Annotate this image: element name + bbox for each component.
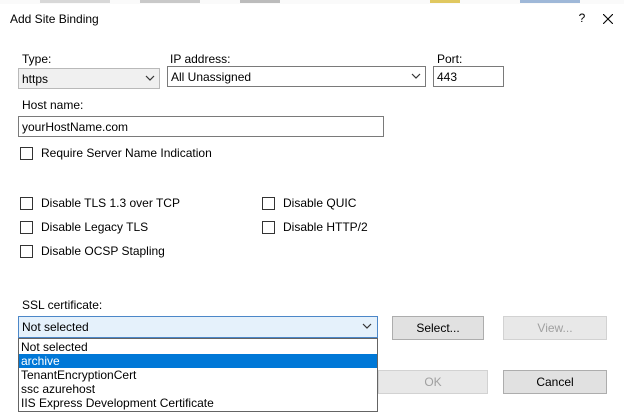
- close-icon: [603, 14, 613, 24]
- disable-ocsp-label: Disable OCSP Stapling: [41, 244, 165, 258]
- dropdown-option[interactable]: TenantEncryptionCert: [19, 368, 377, 382]
- host-name-label: Host name:: [22, 98, 84, 112]
- strip-segment: [140, 0, 200, 3]
- disable-legacy-tls-label: Disable Legacy TLS: [41, 220, 149, 234]
- chevron-down-icon: [411, 73, 421, 79]
- dialog-title: Add Site Binding: [10, 12, 99, 26]
- ip-address-label: IP address:: [170, 52, 231, 66]
- disable-quic-label: Disable QUIC: [283, 196, 357, 210]
- strip-segment: [40, 0, 110, 3]
- checkbox-box[interactable]: [262, 197, 275, 210]
- chevron-down-icon: [145, 75, 155, 81]
- select-certificate-button[interactable]: Select...: [392, 316, 484, 340]
- strip-segment: [520, 0, 580, 3]
- help-button[interactable]: ?: [570, 8, 594, 30]
- type-value: https: [22, 72, 49, 86]
- checkbox-box[interactable]: [20, 197, 33, 210]
- ip-address-value: All Unassigned: [171, 70, 252, 84]
- chevron-down-icon: [362, 323, 372, 329]
- dropdown-option[interactable]: ssc azurehost: [19, 382, 377, 396]
- type-label: Type:: [22, 52, 52, 66]
- cancel-button[interactable]: Cancel: [503, 370, 607, 394]
- ok-button[interactable]: OK: [378, 370, 488, 394]
- checkbox-box[interactable]: [20, 221, 33, 234]
- checkbox-box[interactable]: [262, 221, 275, 234]
- ssl-certificate-select[interactable]: Not selected: [18, 316, 378, 338]
- sni-label: Require Server Name Indication: [41, 146, 212, 160]
- close-button[interactable]: [596, 8, 620, 30]
- port-input[interactable]: 443: [433, 66, 504, 87]
- ssl-certificate-label: SSL certificate:: [22, 298, 103, 312]
- disable-http2-label: Disable HTTP/2: [283, 220, 368, 234]
- checkbox-box[interactable]: [20, 245, 33, 258]
- add-site-binding-dialog: Add Site Binding ? Type: https IP addres…: [0, 4, 624, 412]
- disable-tls13-label: Disable TLS 1.3 over TCP: [41, 196, 180, 210]
- port-label: Port:: [437, 52, 463, 66]
- ssl-certificate-dropdown-list: Not selected archive TenantEncryptionCer…: [18, 338, 378, 412]
- type-select[interactable]: https: [18, 68, 160, 89]
- title-bar: Add Site Binding ?: [0, 4, 624, 34]
- ssl-certificate-value: Not selected: [22, 320, 89, 334]
- dropdown-option-highlighted[interactable]: archive: [19, 354, 377, 368]
- dropdown-option[interactable]: IIS Express Development Certificate: [19, 396, 377, 410]
- strip-segment: [430, 0, 460, 3]
- ip-address-select[interactable]: All Unassigned: [167, 66, 426, 87]
- checkbox-box[interactable]: [20, 147, 33, 160]
- host-name-input[interactable]: yourHostName.com: [18, 116, 384, 137]
- host-name-value: yourHostName.com: [22, 120, 129, 134]
- strip-segment: [240, 0, 280, 3]
- view-certificate-button[interactable]: View...: [503, 316, 607, 340]
- dropdown-option[interactable]: Not selected: [19, 340, 377, 354]
- port-value: 443: [437, 70, 458, 84]
